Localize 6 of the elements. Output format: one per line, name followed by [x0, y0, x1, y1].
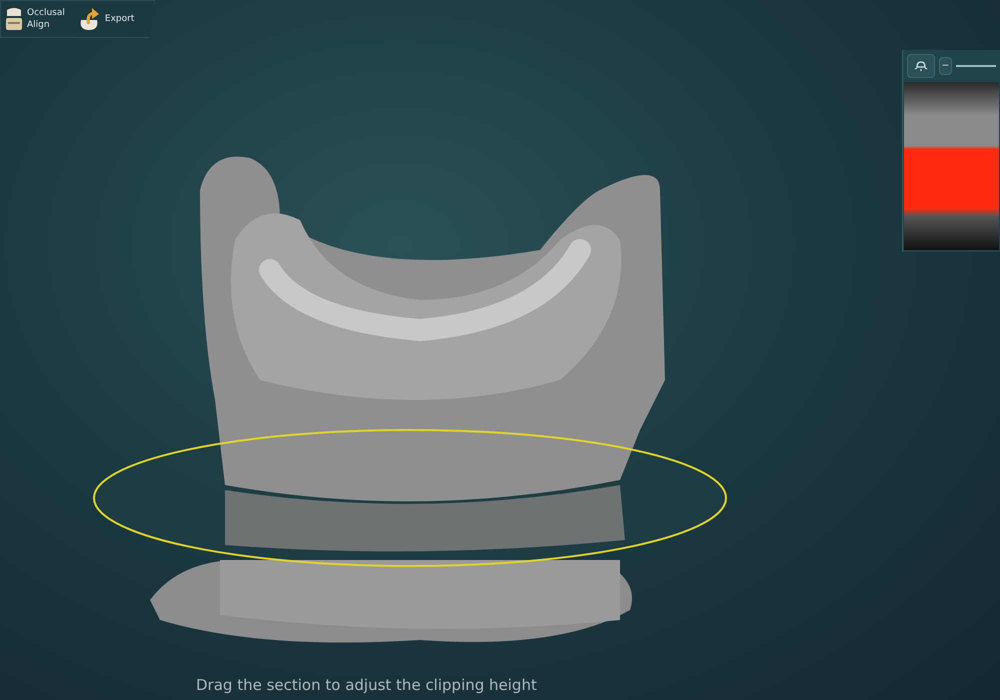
occlusal-align-button[interactable]: Occlusal Align	[1, 1, 69, 37]
zoom-out-button[interactable]: −	[939, 57, 952, 75]
export-button[interactable]: Export	[72, 1, 138, 37]
hint-text: Drag the section to adjust the clipping height	[196, 675, 537, 696]
lamp-icon	[914, 60, 928, 72]
light-view-button[interactable]	[907, 54, 935, 78]
